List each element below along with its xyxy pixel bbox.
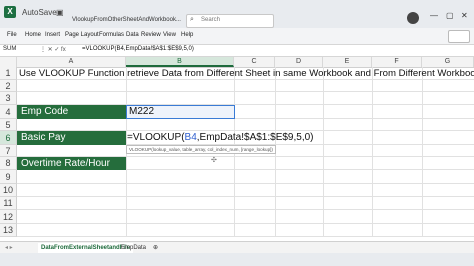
row-header-4[interactable]: 4 [0,105,17,119]
row-header-1[interactable]: 1 [0,67,17,80]
formula-prefix: =VLOOKUP( [127,132,185,143]
tab-page-layout[interactable]: Page Layout [65,32,99,38]
row-header-11[interactable]: 11 [0,197,17,210]
search-icon: ⌕ [190,16,194,23]
cell-a1-title[interactable]: Use VLOOKUP Function retrieve Data from … [19,67,474,80]
row-header-5[interactable]: 5 [0,119,17,131]
comments-button[interactable] [448,30,470,43]
ribbon-tabs: File Home Insert Page Layout Formulas Da… [0,28,474,45]
column-header-g[interactable]: G [422,57,474,67]
cell-b4-emp-code-value[interactable]: M222 [126,105,235,119]
column-header-f[interactable]: F [372,57,422,67]
formula-reference-b4: B4 [184,132,197,143]
cell-a6-basic-pay-label[interactable]: Basic Pay [17,131,126,145]
cell-a4-emp-code-label[interactable]: Emp Code [17,105,126,119]
search-placeholder: Search [201,17,221,23]
excel-app-icon: X [4,6,16,18]
column-header-e[interactable]: E [323,57,372,67]
tab-data[interactable]: Data [126,32,139,38]
formula-suffix: ,EmpData!$A$1:$E$9,5,0) [196,132,314,143]
tab-insert[interactable]: Insert [45,32,60,38]
tab-formulas[interactable]: Formulas [99,32,124,38]
tab-home[interactable]: Home [25,32,41,38]
status-bar [0,253,474,266]
cell-a8-overtime-label[interactable]: Overtime Rate/Hour [17,157,126,170]
sheet-nav-icon[interactable]: ◂ ▸ [2,243,16,253]
workbook-filename[interactable]: VlookupFromOtherSheetAndWorkbook... [72,17,181,23]
tab-review[interactable]: Review [141,32,161,38]
column-header-b[interactable]: B [126,57,234,67]
row-header-7[interactable]: 7 [0,145,17,157]
tab-view[interactable]: View [163,32,176,38]
cursor-icon: ✣ [211,157,217,164]
formula-input[interactable]: =VLOOKUP(B4,EmpData!$A$1:$E$9,5,0) [82,46,194,52]
add-sheet-icon[interactable]: ⊕ [150,243,161,253]
title-bar: X AutoSave ▣ VlookupFromOtherSheetAndWor… [0,0,474,28]
autosave-toggle[interactable]: AutoSave [22,8,57,17]
sheet-tab-empdata[interactable]: EmpData [118,243,149,253]
name-box[interactable]: SUM [3,46,16,52]
close-icon[interactable]: ✕ [461,11,468,20]
tab-help[interactable]: Help [181,32,193,38]
column-header-d[interactable]: D [275,57,323,67]
formula-bar: SUM ⋮ ✕ ✓ fx =VLOOKUP(B4,EmpData!$A$1:$E… [0,45,474,57]
row-header-10[interactable]: 10 [0,184,17,197]
select-all-corner[interactable] [0,57,17,67]
column-header-a[interactable]: A [17,57,126,67]
search-box[interactable]: ⌕ Search [186,14,274,28]
tab-file[interactable]: File [7,32,17,38]
formula-buttons[interactable]: ⋮ ✕ ✓ fx [40,46,66,53]
row-header-12[interactable]: 12 [0,210,17,224]
cell-b6-formula-editing[interactable]: =VLOOKUP(B4,EmpData!$A$1:$E$9,5,0) [126,131,314,145]
row-header-8[interactable]: 8 [0,157,17,170]
maximize-icon[interactable]: ▢ [446,11,454,20]
row-header-9[interactable]: 9 [0,170,17,184]
column-header-c[interactable]: C [234,57,275,67]
row-header-2[interactable]: 2 [0,80,17,92]
row-header-13[interactable]: 13 [0,224,17,237]
row-header-6[interactable]: 6 [0,131,17,145]
row-header-3[interactable]: 3 [0,92,17,105]
function-syntax-tooltip[interactable]: VLOOKUP(lookup_value, table_array, col_i… [126,145,276,154]
user-avatar[interactable] [407,12,419,24]
minimize-icon[interactable]: — [430,11,438,20]
save-icon[interactable]: ▣ [56,8,64,17]
